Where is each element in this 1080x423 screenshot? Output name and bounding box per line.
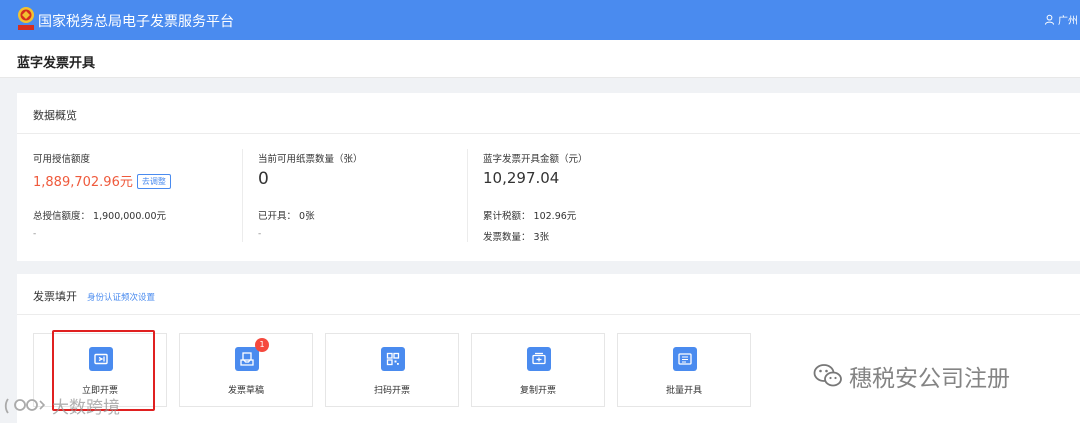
tax-emblem-icon [18,7,34,30]
credit-value: 1,889,702.96元 [33,175,133,190]
fill-divider [17,314,1080,315]
page-title: 蓝字发票开具 [17,56,96,71]
auth-frequency-link[interactable]: 身份认证频次设置 [87,291,155,303]
paper-issued-value: 0张 [299,211,315,222]
wechat-icon [813,364,842,387]
count-value: 3张 [533,232,550,243]
cross-border-logo-icon [4,397,46,414]
paper-value: 0 [258,169,269,189]
invoice-draft-tile[interactable]: 1 发票草稿 [179,333,313,407]
invoice-fill-card: 发票填开 身份认证频次设置 立即开票 1 发票草稿 扫码开票 复制开票 批量开具 [17,274,1080,423]
paper-issued-label: 已开具： [258,211,297,222]
overview-card: 数据概览 可用授信额度 1,889,702.96元 去调整 总授信额度： 1,90… [17,93,1080,261]
scan-issue-tile[interactable]: 扫码开票 [325,333,459,407]
count-label: 发票数量： [483,232,531,243]
credit-total-row: 总授信额度： 1,900,000.00元 [33,208,166,222]
tax-value: 102.96元 [533,211,577,222]
watermark-left-text: 大数跨境 [52,398,120,418]
tax-label: 累计税额： [483,211,531,222]
fill-heading: 发票填开 [33,290,77,303]
overview-divider [17,133,1080,134]
adjust-credit-button[interactable]: 去调整 [136,174,171,189]
credit-extra: - [33,229,37,239]
column-separator [242,149,243,242]
column-separator [467,149,468,242]
credit-total-label: 总授信额度： [33,211,91,222]
amount-value: 10,297.04 [483,169,560,187]
watermark-right: 穗税安公司注册 [813,359,1010,393]
app-title: 国家税务总局电子发票服务平台 [38,14,234,30]
paper-label: 当前可用纸票数量（张） [258,154,363,165]
credit-row: 1,889,702.96元 去调整 [33,171,171,190]
paper-issued-row: 已开具： 0张 [258,208,315,222]
tax-row: 累计税额： 102.96元 [483,208,576,222]
batch-ticket-icon [673,347,697,371]
credit-total-value: 1,900,000.00元 [93,211,167,222]
user-menu[interactable]: 广州 [1044,12,1080,27]
user-icon [1044,14,1055,25]
credit-label: 可用授信额度 [33,154,91,165]
watermark-left: 大数跨境 [4,393,120,418]
tile-label: 发票草稿 [227,386,264,396]
batch-issue-tile[interactable]: 批量开具 [617,333,751,407]
copy-issue-tile[interactable]: 复制开票 [471,333,605,407]
tile-label: 批量开具 [665,386,702,396]
draft-count-badge: 1 [255,338,269,352]
amount-label: 蓝字发票开具金额（元） [483,154,588,165]
top-bar: 国家税务总局电子发票服务平台 广州 [0,0,1080,40]
user-label: 广州 [1058,16,1078,27]
overview-heading: 数据概览 [33,109,77,122]
draft-inbox-icon [235,347,259,371]
watermark-right-text: 穗税安公司注册 [849,366,1010,392]
page-title-bar: 蓝字发票开具 [0,40,1080,78]
count-row: 发票数量： 3张 [483,229,549,243]
tile-label: 复制开票 [519,386,556,396]
qr-scan-icon [381,347,405,371]
paper-extra: - [258,229,262,239]
copy-ticket-icon [527,347,551,371]
tile-label: 扫码开票 [373,386,410,396]
